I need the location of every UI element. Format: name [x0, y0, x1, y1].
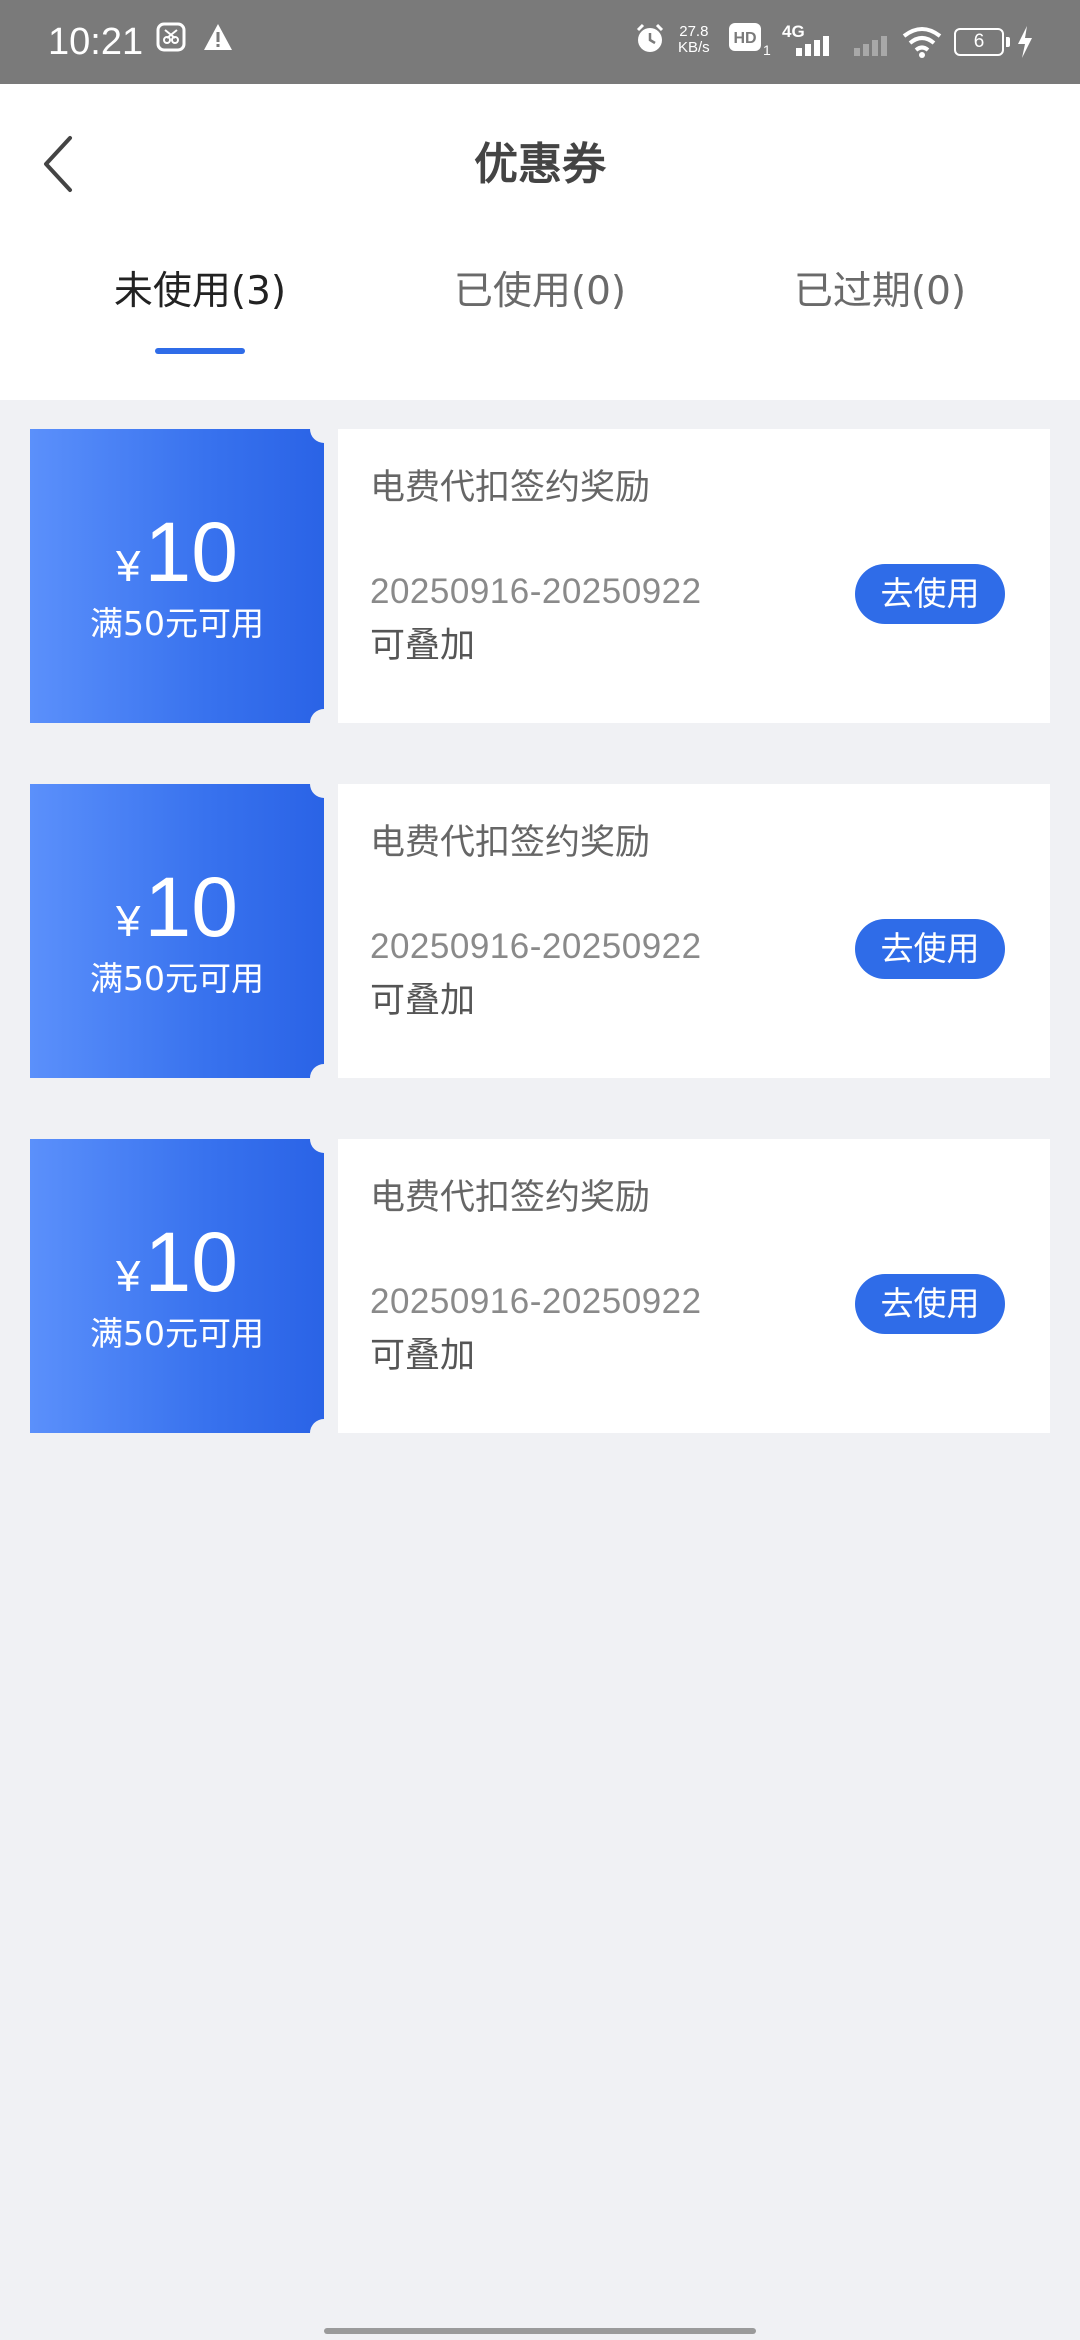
tab-expired[interactable]: 已过期(0)	[730, 262, 1030, 322]
signal-weak-icon	[854, 36, 887, 56]
charging-icon	[1018, 26, 1032, 58]
header: 优惠券 未使用(3) 已使用(0) 已过期(0)	[0, 84, 1080, 400]
speed-value: 27.8	[679, 23, 709, 40]
notch-decoration	[310, 1125, 338, 1153]
active-tab-indicator	[155, 348, 245, 354]
notch-decoration	[310, 415, 338, 443]
currency-symbol: ¥	[116, 1252, 141, 1301]
battery-level: 6	[973, 31, 985, 52]
app-root: 10:21 27.8 KB/s HD 1 4G 6 优惠券 未使用(3) 已使用…	[0, 0, 1080, 2340]
amount-value: 10	[144, 1215, 238, 1309]
coupon-title: 电费代扣签约奖励	[370, 823, 651, 863]
coupon-card: ¥10 满50元可用 电费代扣签约奖励 20250916-20250922 可叠…	[30, 415, 1050, 737]
signal-icon	[796, 36, 829, 56]
page-title: 优惠券	[474, 139, 606, 190]
currency-symbol: ¥	[116, 542, 141, 591]
tab-unused[interactable]: 未使用(3)	[50, 262, 350, 322]
coupon-stack-note: 可叠加	[370, 981, 476, 1021]
tab-label: 已使用(0)	[453, 269, 627, 314]
coupon-card: ¥10 满50元可用 电费代扣签约奖励 20250916-20250922 可叠…	[30, 770, 1050, 1092]
coupon-stack-note: 可叠加	[370, 1336, 476, 1376]
coupon-date-range: 20250916-20250922	[370, 927, 702, 966]
notch-decoration	[310, 1064, 338, 1092]
coupon-date-range: 20250916-20250922	[370, 572, 702, 611]
svg-text:HD: HD	[733, 30, 756, 47]
amount-value: 10	[144, 505, 238, 599]
hd-icon: HD	[729, 23, 761, 51]
amount-value: 10	[144, 860, 238, 954]
use-coupon-button[interactable]: 去使用	[855, 564, 1005, 624]
coupon-title: 电费代扣签约奖励	[370, 1178, 651, 1218]
notch-decoration	[310, 770, 338, 798]
warning-icon	[204, 24, 232, 50]
battery-icon: 6	[954, 28, 1010, 56]
tab-used[interactable]: 已使用(0)	[390, 262, 690, 322]
coupon-value-panel: ¥10 满50元可用	[30, 429, 324, 723]
coupon-title: 电费代扣签约奖励	[370, 468, 651, 508]
notch-decoration	[310, 709, 338, 737]
tab-label: 已过期(0)	[793, 269, 967, 314]
coupon-stack-note: 可叠加	[370, 626, 476, 666]
home-indicator[interactable]	[324, 2328, 756, 2334]
wifi-icon	[902, 27, 942, 58]
coupon-info-panel: 电费代扣签约奖励 20250916-20250922 可叠加 去使用	[338, 784, 1050, 1078]
tab-label: 未使用(3)	[113, 269, 287, 314]
coupon-info-panel: 电费代扣签约奖励 20250916-20250922 可叠加 去使用	[338, 1139, 1050, 1433]
coupon-value-panel: ¥10 满50元可用	[30, 784, 324, 1078]
alarm-icon	[636, 23, 664, 52]
coupon-condition: 满50元可用	[90, 1314, 264, 1353]
use-coupon-button[interactable]: 去使用	[855, 919, 1005, 979]
status-bar: 10:21 27.8 KB/s HD 1 4G 6	[0, 0, 1080, 84]
coupon-info-panel: 电费代扣签约奖励 20250916-20250922 可叠加 去使用	[338, 429, 1050, 723]
coupon-date-range: 20250916-20250922	[370, 1282, 702, 1321]
notch-decoration	[310, 1419, 338, 1447]
coupon-value-panel: ¥10 满50元可用	[30, 1139, 324, 1433]
screenshot-icon	[156, 22, 186, 52]
coupon-condition: 满50元可用	[90, 959, 264, 998]
status-time: 10:21	[48, 21, 144, 63]
use-coupon-button[interactable]: 去使用	[855, 1274, 1005, 1334]
currency-symbol: ¥	[116, 897, 141, 946]
hd-sub-label: 1	[763, 42, 771, 58]
coupon-card: ¥10 满50元可用 电费代扣签约奖励 20250916-20250922 可叠…	[30, 1125, 1050, 1447]
coupon-condition: 满50元可用	[90, 604, 264, 643]
network-speed: 27.8 KB/s	[678, 24, 710, 56]
speed-unit: KB/s	[678, 39, 710, 56]
